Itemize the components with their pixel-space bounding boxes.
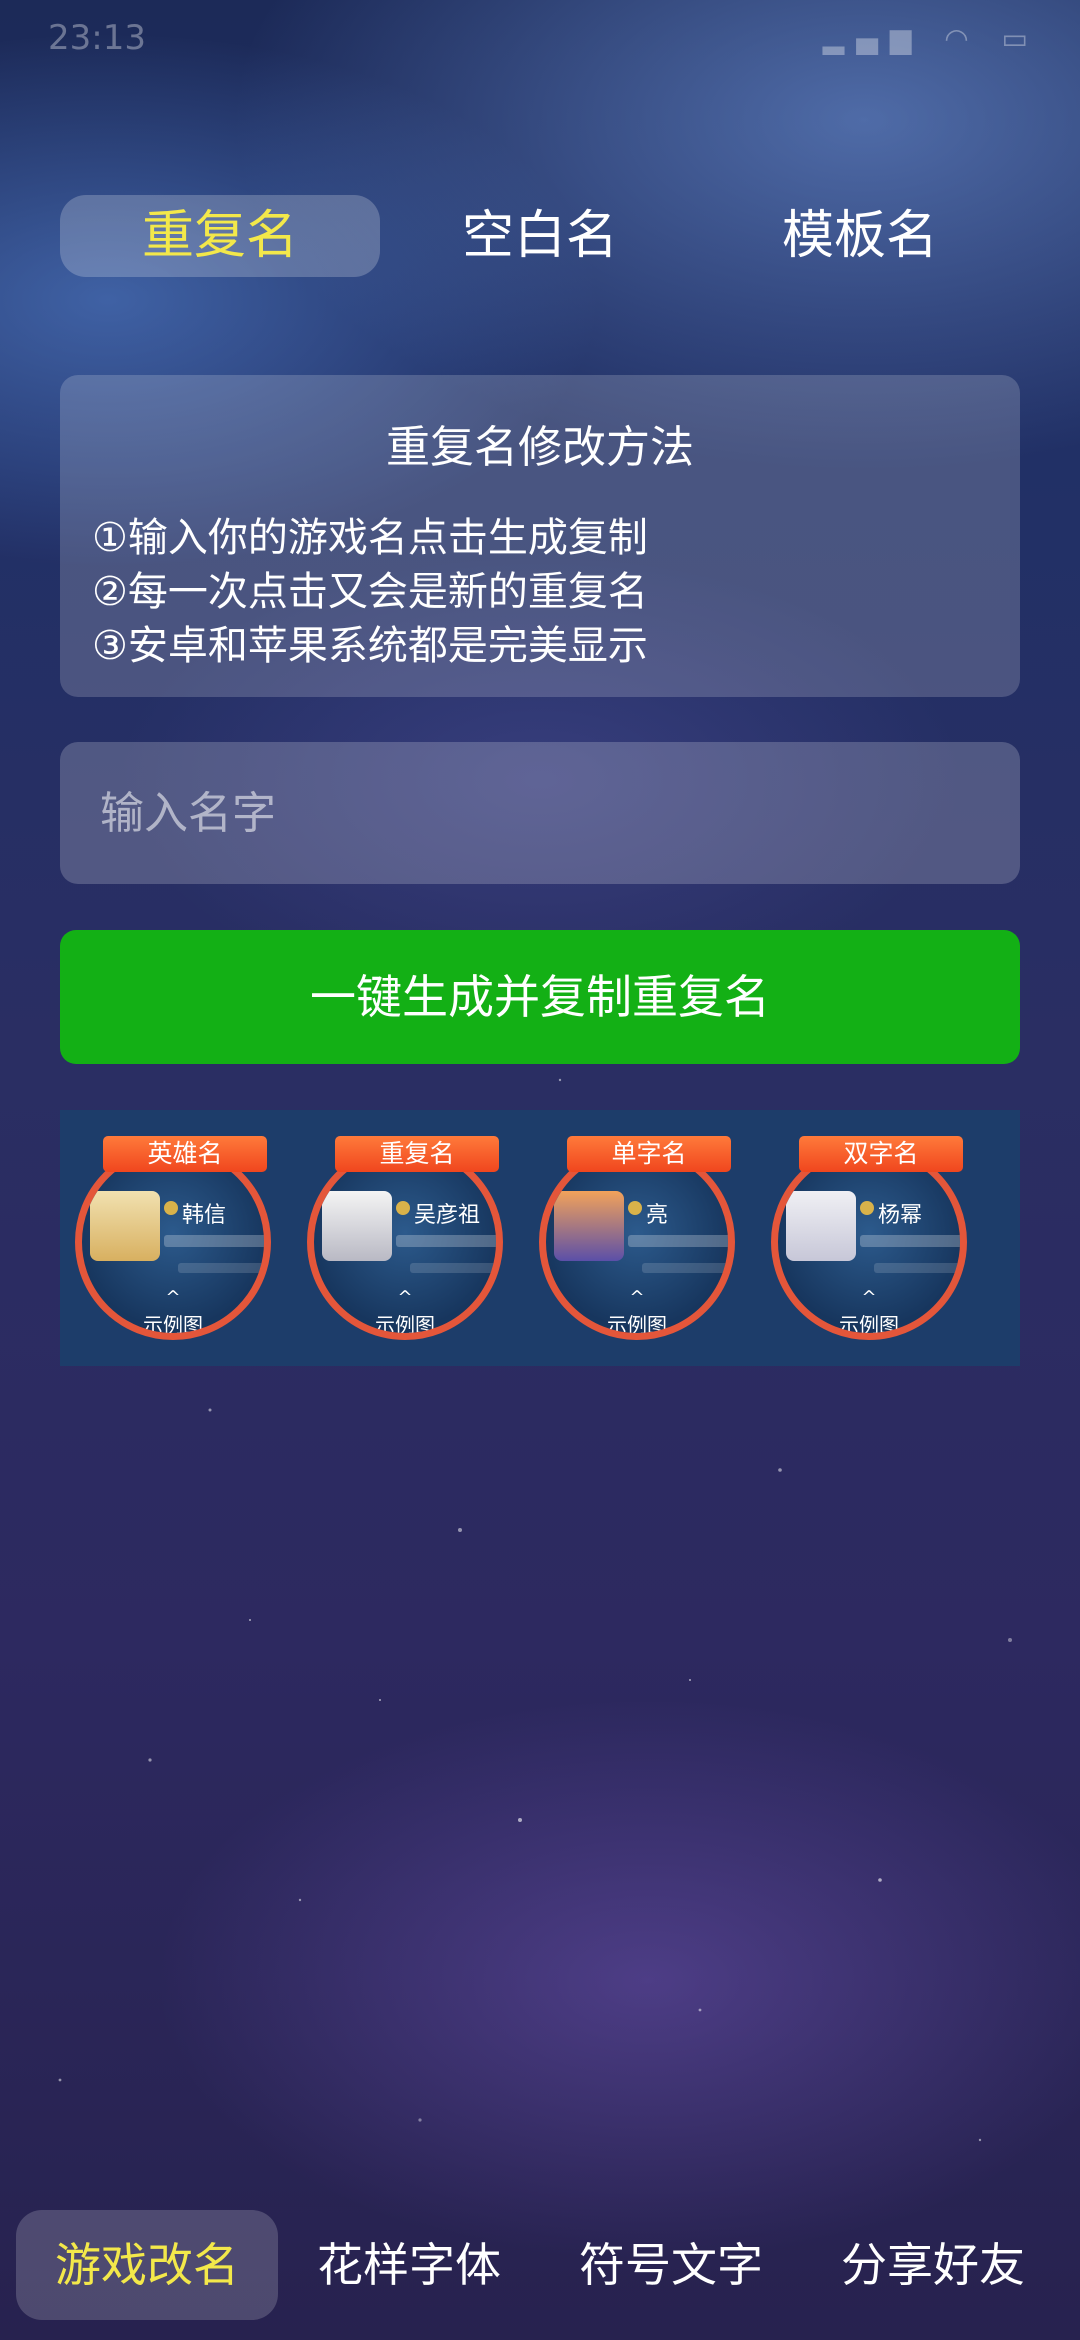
example-subtitle-bar [164,1235,264,1247]
wifi-icon: ◠ [944,22,981,55]
example-caption: 示例图 [839,1313,899,1337]
example-subtitle-bar [628,1235,728,1247]
example-label: 重复名 [335,1136,499,1172]
nav-share-friends[interactable]: 分享好友 [802,2210,1064,2320]
rank-badge-icon [164,1201,178,1215]
example-label: 英雄名 [103,1136,267,1172]
chevron-up-icon: ^ [165,1287,181,1308]
example-subtitle-bar [874,1263,960,1273]
example-subtitle-bar [642,1263,728,1273]
examples-panel: 韩信 ^ 示例图 英雄名 吴彦祖 ^ 示例图 重复名 亮 ^ 示例图 单字名 杨… [60,1110,1020,1366]
instructions-card: 重复名修改方法 ①输入你的游戏名点击生成复制 ②每一次点击又会是新的重复名 ③安… [60,375,1020,697]
signal-icon: ▂▄▆ [822,22,924,55]
example-label: 双字名 [799,1136,963,1172]
battery-icon: ▭ [1001,22,1040,55]
tab-blank-name[interactable]: 空白名 [380,195,700,277]
nav-game-rename[interactable]: 游戏改名 [16,2210,278,2320]
avatar [786,1191,856,1261]
rank-badge-icon [396,1201,410,1215]
example-double-char-name[interactable]: 杨幂 ^ 示例图 双字名 [756,1110,986,1366]
example-preview-circle: 杨幂 ^ 示例图 [771,1144,967,1340]
example-caption: 示例图 [375,1313,435,1337]
example-preview-circle: 亮 ^ 示例图 [539,1144,735,1340]
status-time: 23:13 [48,18,146,58]
chevron-up-icon: ^ [861,1287,877,1308]
example-repeat-name[interactable]: 吴彦祖 ^ 示例图 重复名 [292,1110,522,1366]
instruction-line-3: ③安卓和苹果系统都是完美显示 [92,623,648,669]
example-player-name: 韩信 [182,1203,227,1228]
rank-badge-icon [860,1201,874,1215]
tab-template-name[interactable]: 模板名 [700,195,1020,277]
top-tab-bar: 重复名 空白名 模板名 [60,195,1020,277]
example-preview-circle: 韩信 ^ 示例图 [75,1144,271,1340]
example-subtitle-bar [178,1263,264,1273]
example-caption: 示例图 [143,1313,203,1337]
chevron-up-icon: ^ [629,1287,645,1308]
avatar [322,1191,392,1261]
name-input[interactable] [60,742,1020,884]
status-icons: ▂▄▆ ◠ ▭ [823,22,1040,55]
bottom-navigation: 游戏改名 花样字体 符号文字 分享好友 [0,2210,1080,2320]
example-player-name: 吴彦祖 [414,1203,481,1228]
example-hero-name[interactable]: 韩信 ^ 示例图 英雄名 [60,1110,290,1366]
nav-symbol-text[interactable]: 符号文字 [540,2210,802,2320]
example-label: 单字名 [567,1136,731,1172]
avatar [90,1191,160,1261]
avatar [554,1191,624,1261]
example-player-name: 杨幂 [878,1203,923,1228]
generate-copy-button[interactable]: 一键生成并复制重复名 [60,930,1020,1064]
example-subtitle-bar [396,1235,496,1247]
instructions-title: 重复名修改方法 [386,422,694,473]
instruction-line-1: ①输入你的游戏名点击生成复制 [92,515,648,561]
example-preview-circle: 吴彦祖 ^ 示例图 [307,1144,503,1340]
example-subtitle-bar [860,1235,960,1247]
example-single-char-name[interactable]: 亮 ^ 示例图 单字名 [524,1110,754,1366]
example-caption: 示例图 [607,1313,667,1337]
status-bar: 23:13 ▂▄▆ ◠ ▭ [0,0,1080,80]
example-player-name: 亮 [646,1203,669,1228]
rank-badge-icon [628,1201,642,1215]
instruction-line-2: ②每一次点击又会是新的重复名 [92,569,648,615]
nav-fancy-fonts[interactable]: 花样字体 [278,2210,540,2320]
chevron-up-icon: ^ [397,1287,413,1308]
tab-repeat-name[interactable]: 重复名 [60,195,380,277]
example-subtitle-bar [410,1263,496,1273]
